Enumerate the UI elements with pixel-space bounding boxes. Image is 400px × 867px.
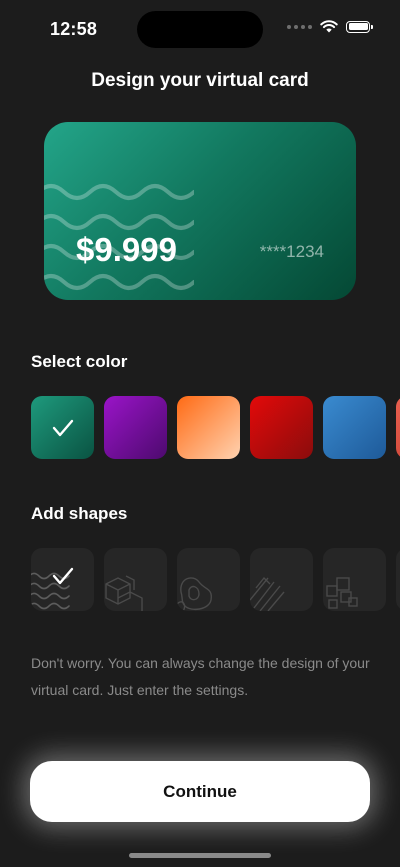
- color-swatch-blue[interactable]: [323, 396, 386, 459]
- wifi-icon: [320, 20, 338, 33]
- shape-option-more[interactable]: [396, 548, 400, 611]
- continue-button[interactable]: Continue: [30, 761, 370, 822]
- card-masked-number: ****1234: [259, 242, 324, 261]
- stripes-shape-icon: [250, 576, 285, 611]
- shape-option-stripes[interactable]: [250, 548, 313, 611]
- color-swatch-green[interactable]: [31, 396, 94, 459]
- shape-option-cubes[interactable]: [104, 548, 167, 611]
- color-swatch-row[interactable]: [31, 396, 400, 459]
- cubes-shape-icon: [105, 575, 143, 611]
- add-shapes-label: Add shapes: [31, 504, 128, 523]
- home-indicator[interactable]: [129, 853, 271, 858]
- shape-option-blobs[interactable]: [177, 548, 240, 611]
- battery-icon: [346, 20, 373, 33]
- color-swatch-orange[interactable]: [177, 396, 240, 459]
- checkmark-icon: [52, 419, 73, 436]
- checkmark-icon: [52, 567, 74, 585]
- shape-option-squares[interactable]: [323, 548, 386, 611]
- virtual-card-preview: $9.999 ****1234: [44, 122, 356, 300]
- page-title: Design your virtual card: [91, 70, 309, 91]
- dynamic-island: [137, 11, 263, 48]
- color-swatch-purple[interactable]: [104, 396, 167, 459]
- color-swatch-red[interactable]: [250, 396, 313, 459]
- squares-shape-icon: [326, 577, 358, 609]
- blobs-shape-icon: [177, 577, 213, 611]
- card-balance: $9.999: [76, 231, 177, 268]
- status-bar: 12:58: [0, 0, 400, 60]
- color-swatch-coral[interactable]: [396, 396, 400, 459]
- shape-option-waves[interactable]: [31, 548, 94, 611]
- status-icons: [287, 20, 373, 33]
- hint-text: Don't worry. You can always change the d…: [31, 655, 370, 698]
- shape-option-row[interactable]: [31, 548, 400, 611]
- select-color-label: Select color: [31, 352, 128, 371]
- status-time: 12:58: [50, 19, 98, 39]
- cellular-dots-icon: [287, 24, 312, 29]
